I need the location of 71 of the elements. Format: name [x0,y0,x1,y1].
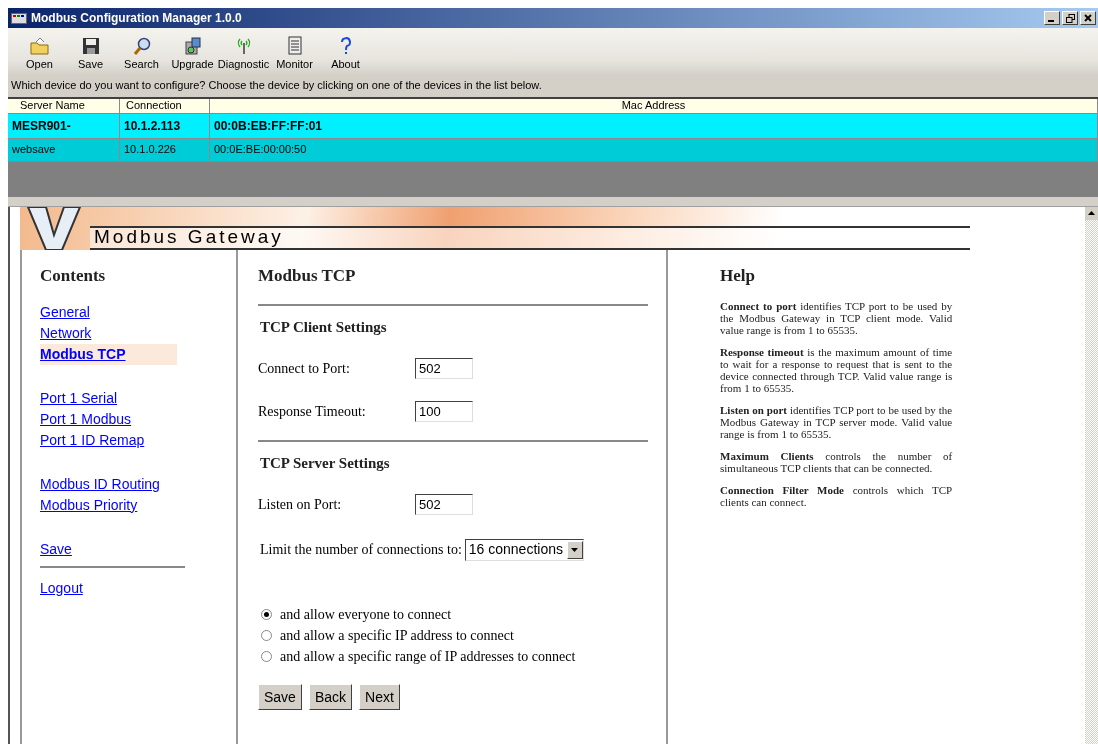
radio-label[interactable]: and allow a specific IP address to connect [280,624,514,646]
toolbar-button[interactable]: Monitor [269,36,320,71]
column-header[interactable]: Connection [120,98,210,114]
nav-link[interactable]: Modbus TCP [40,343,177,365]
radio-button[interactable] [261,650,272,662]
nav-link[interactable]: Port 1 Serial [40,387,118,409]
section-title: TCP Server Settings [260,453,391,472]
toolbar-button[interactable]: Search [116,36,167,71]
magnifier-icon [131,36,152,56]
table-cell[interactable]: 10.1.0.226 [120,138,210,162]
section-title: TCP Client Settings [260,317,388,336]
folder-icon [28,36,51,56]
table-cell[interactable]: 00:0B:EB:FF:FF:01 [210,113,1098,139]
help-paragraph: Connection Filter Mode controls which TCP clients can connect. [720,483,953,508]
table-cell[interactable]: 10.1.2.113 [120,113,210,139]
nav-link[interactable]: Modbus Priority [40,494,138,516]
table-cell[interactable]: MESR901- [8,113,120,139]
installer-icon [182,36,203,56]
field-label: Response Timeout: [258,402,367,421]
table-cell[interactable]: 00:0E:BE:00:00:50 [210,138,1098,162]
toolbar-button[interactable]: Open [14,36,65,71]
radio-label[interactable]: and allow everyone to connect [280,603,452,625]
form-button[interactable]: Save [258,683,302,710]
nav-link[interactable]: General [40,301,90,323]
field-label: Limit the number of connections to: [260,541,462,560]
radio-label[interactable]: and allow a specific range of IP addresses to connect [280,645,576,667]
up-arrow-icon [1088,211,1095,215]
toolbar-button[interactable]: Save [65,36,116,71]
banner-subtitle: Modbus Gateway [94,225,284,250]
toolbar-button[interactable]: Upgrade [167,36,218,71]
toolbar-button[interactable]: Diagnostic [218,36,269,71]
nav-link[interactable]: Network [40,322,92,344]
toolbar-button[interactable]: About [320,36,371,71]
help-paragraph: Listen on port identifies TCP port to be used by the Modbus Gateway in TCP server mode. Valid value range is from 1 to 65535. [720,403,953,440]
question-mark-icon [338,36,353,56]
instruction-text: Which device do you want to configure? Choose the device by clicking on one of the devices in the list below. [8,75,1098,97]
page-title: Modbus TCP [258,265,357,286]
help-title: Help [720,265,756,286]
app-icon [11,12,27,24]
help-paragraph: Response timeout is the maximum amount of time to wait for a response to request that is sent to the device connected through TCP. Valid value range is from 1 to 65535. [720,345,953,394]
dropdown[interactable]: 16 connections [464,538,584,561]
restore-button[interactable] [1062,11,1078,25]
column-header[interactable]: Server Name [8,98,120,114]
radio-button[interactable] [261,608,272,620]
scrollbar[interactable] [1085,206,1098,744]
close-icon [1084,14,1092,22]
help-paragraph: Connect to port identifies TCP port to be used by the Modbus Gateway in TCP client mode. Valid value range is from 1 to 65535. [720,299,953,336]
form-button[interactable]: Next [359,683,400,710]
input-field[interactable]: 502 [415,493,473,515]
help-paragraph: Maximum Clients controls the number of simultaneous TCP clients that can be connected. [720,449,953,474]
splitter-bar[interactable] [8,196,1098,207]
document-icon [285,36,304,56]
field-label: Connect to Port: [258,359,351,378]
minimize-button[interactable] [1044,11,1060,25]
window-title: Modbus Configuration Manager 1.0.0 [31,10,242,27]
nav-link[interactable]: Save [40,538,72,560]
caret-icon [571,547,579,552]
table-cell[interactable]: websave [8,138,120,162]
nav-link[interactable]: Port 1 ID Remap [40,429,145,451]
form-button[interactable]: Back [308,683,353,710]
close-button[interactable] [1080,11,1096,25]
nav-link[interactable]: Logout [40,577,83,599]
restore-icon [1065,13,1075,23]
sidebar-title: Contents [40,265,107,286]
nav-link[interactable]: Port 1 Modbus [40,408,132,430]
nav-link[interactable]: Modbus ID Routing [40,473,160,495]
column-header[interactable]: Mac Address [210,98,1098,114]
input-field[interactable]: 100 [415,400,473,422]
input-field[interactable]: 502 [415,357,473,379]
radio-button[interactable] [261,629,272,641]
field-label: Listen on Port: [258,495,343,514]
